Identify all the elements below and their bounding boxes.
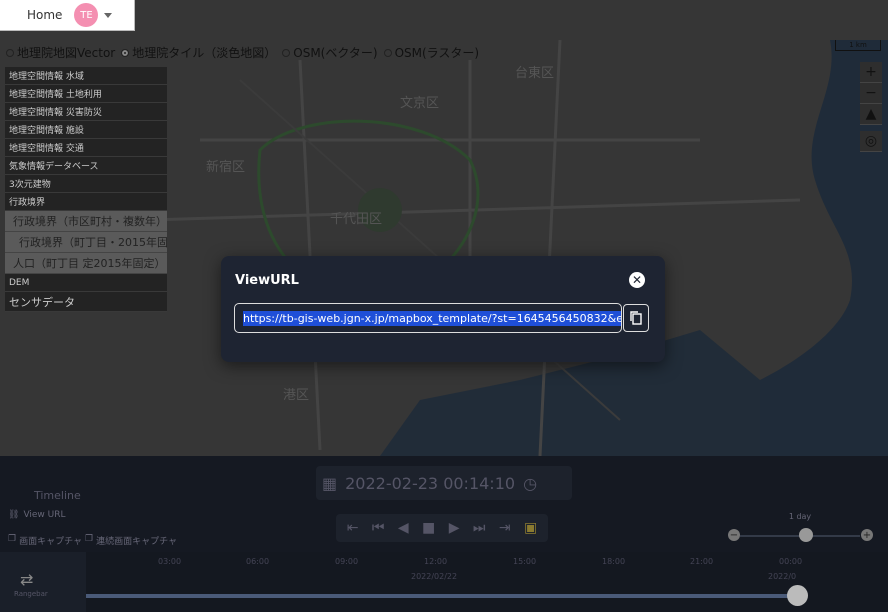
basemap-label: OSM(ベクター) [293, 46, 378, 60]
basemap-option-osm-raster[interactable]: OSM(ラスター) [383, 44, 480, 61]
capture-icon: ❐ [85, 534, 94, 544]
step-forward-icon[interactable]: ⏭ [473, 520, 486, 536]
layer-item-disaster[interactable]: 地理空間情報 災害防災 [5, 103, 167, 121]
speed-decrease-button[interactable]: − [728, 529, 740, 541]
layer-subitem-admin-municipal[interactable]: 行政境界（市区町村・複数年） [5, 211, 167, 232]
zoom-out-button[interactable]: − [860, 83, 882, 104]
swap-arrows-icon: ⇄ [20, 570, 34, 589]
scale-bar: 1 km [835, 40, 881, 51]
clock-icon: ◷ [523, 473, 538, 493]
speed-slider-handle[interactable] [799, 528, 813, 542]
map-label-bunkyo: 文京区 [400, 96, 440, 111]
tick-label: 21:00 [690, 557, 714, 566]
map-label-minato: 港区 [283, 388, 310, 403]
rangebar-label: Rangebar [14, 590, 48, 598]
layer-item-landuse[interactable]: 地理空間情報 土地利用 [5, 85, 167, 103]
basemap-option-gsi-vector[interactable]: 地理院地図Vector [6, 44, 115, 61]
time-range-track[interactable] [86, 594, 798, 598]
layer-item-dem[interactable]: DEM [5, 274, 167, 292]
radio-icon [282, 48, 291, 57]
timeline-label: Timeline [34, 489, 81, 502]
view-url-link[interactable]: ⛓ View URL [8, 510, 66, 520]
time-axis [86, 552, 888, 612]
compass-button[interactable]: ▲ [860, 104, 882, 125]
map-controls: + − ▲ ◎ [860, 62, 882, 152]
close-icon[interactable]: ✕ [629, 272, 645, 288]
basemap-option-gsi-pale[interactable]: 地理院タイル（淡色地図） [121, 44, 276, 61]
layer-item-water[interactable]: 地理空間情報 水域 [5, 67, 167, 85]
url-field[interactable]: https://tb-gis-web.jgn-x.jp/mapbox_templ… [234, 303, 622, 333]
rangebar-toggle[interactable] [0, 552, 86, 612]
layer-panel: 地理空間情報 水域 地理空間情報 土地利用 地理空間情報 災害防災 地理空間情報… [5, 67, 167, 312]
view-url-label: View URL [23, 510, 66, 520]
radio-icon [383, 48, 392, 57]
date-label: 2022/02/22 [411, 572, 458, 581]
continuous-capture-label: 連続画面キャプチャ [96, 537, 177, 547]
datetime-text: 2022-02-23 00:14:10 [345, 473, 516, 493]
layer-item-weather[interactable]: 気象情報データベース [5, 157, 167, 175]
copy-button[interactable] [623, 304, 649, 332]
datetime-display[interactable]: ▦ 2022-02-23 00:14:10 ◷ [316, 466, 572, 500]
capture-label: 画面キャプチャ [19, 537, 82, 547]
map-label-taito: 台東区 [515, 66, 555, 81]
skip-to-end-icon[interactable]: ⇥ [499, 520, 511, 536]
layer-subitem-admin-town[interactable]: 行政境界（町丁目・2015年固 [5, 232, 167, 253]
skip-to-start-icon[interactable]: ⇤ [347, 520, 359, 536]
screen-capture-button[interactable]: ❐ 画面キャプチャ [8, 534, 82, 547]
tick-label: 06:00 [246, 557, 270, 566]
calendar-icon: ▦ [322, 473, 338, 493]
zoom-in-button[interactable]: + [860, 62, 882, 83]
url-text: https://tb-gis-web.jgn-x.jp/mapbox_templ… [243, 310, 621, 326]
layer-item-transport[interactable]: 地理空間情報 交通 [5, 139, 167, 157]
tick-label: 15:00 [513, 557, 537, 566]
basemap-label: 地理院タイル（淡色地図） [132, 46, 277, 60]
top-bar: Home TE [0, 0, 135, 31]
modal-title: ViewURL [235, 273, 299, 288]
avatar[interactable]: TE [74, 3, 99, 27]
layer-item-facilities[interactable]: 地理空間情報 施設 [5, 121, 167, 139]
radio-icon [6, 48, 14, 57]
tick-label: 18:00 [602, 557, 626, 566]
play-icon[interactable]: ▶ [449, 520, 460, 536]
step-back-icon[interactable]: ⏮ [372, 520, 385, 536]
basemap-label: OSM(ラスター) [394, 46, 480, 60]
speed-label: 1 day [788, 512, 812, 521]
view-url-modal: ViewURL ✕ https://tb-gis-web.jgn-x.jp/ma… [221, 256, 665, 362]
map-label-chiyoda: 千代田区 [330, 212, 383, 227]
basemap-selector: 地理院地図Vector 地理院タイル（淡色地図） OSM(ベクター) OSM(ラ… [6, 44, 479, 61]
basemap-option-osm-vector[interactable]: OSM(ベクター) [282, 44, 378, 61]
speed-increase-button[interactable]: + [861, 529, 873, 541]
layer-item-admin[interactable]: 行政境界 [5, 193, 167, 211]
copy-icon [630, 311, 642, 325]
home-link[interactable]: Home [27, 8, 62, 22]
radio-checked-icon [121, 48, 130, 57]
time-range-handle[interactable] [787, 585, 808, 606]
tick-label: 09:00 [335, 557, 359, 566]
map-label-shinjuku: 新宿区 [206, 160, 246, 175]
playback-controls: ⇤ ⏮ ◀ ■ ▶ ⏭ ⇥ ▣ [336, 514, 548, 542]
layer-item-3d-buildings[interactable]: 3次元建物 [5, 175, 167, 193]
layer-item-sensor[interactable]: センサデータ [5, 292, 167, 312]
link-icon: ⛓ [8, 510, 20, 520]
capture-icon: ❐ [8, 534, 17, 544]
stop-icon[interactable]: ■ [422, 520, 435, 536]
chevron-down-icon[interactable] [104, 12, 113, 18]
basemap-label: 地理院地図Vector [17, 46, 116, 60]
tick-label: 12:00 [424, 557, 448, 566]
layer-subitem-population[interactable]: 人口（町丁目 定2015年固定） [5, 253, 167, 274]
continuous-capture-button[interactable]: ❐ 連続画面キャプチャ [85, 534, 177, 547]
loop-icon[interactable]: ▣ [524, 520, 537, 536]
date-label: 2022/0 [768, 572, 797, 581]
geolocate-button[interactable]: ◎ [860, 131, 882, 152]
tick-label: 03:00 [158, 557, 182, 566]
tick-label: 00:00 [779, 557, 803, 566]
play-backward-icon[interactable]: ◀ [398, 520, 409, 536]
